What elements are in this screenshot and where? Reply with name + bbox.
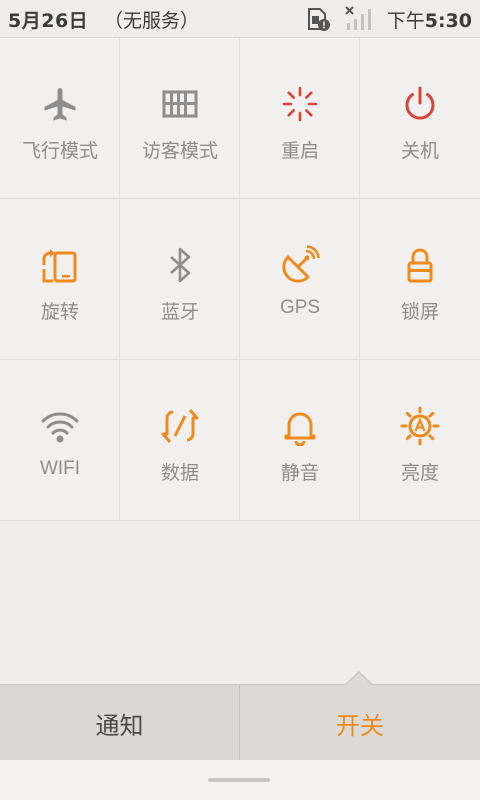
toggle-airplane[interactable]: 飞行模式 xyxy=(0,38,120,199)
power-off-label: 关机 xyxy=(400,140,439,162)
toggle-gps-label: GPS xyxy=(279,297,321,318)
toggle-airplane-label: 飞行模式 xyxy=(21,140,98,162)
wifi-icon xyxy=(40,406,80,446)
toggle-guest-mode-label: 访客模式 xyxy=(141,140,218,162)
gps-icon xyxy=(280,245,320,285)
restart-icon xyxy=(280,84,320,124)
toggle-rotate-label: 旋转 xyxy=(40,301,79,323)
status-date: 5月26日 xyxy=(8,10,89,32)
toggle-wifi-label: WIFI xyxy=(39,458,81,479)
restart-label: 重启 xyxy=(280,140,319,162)
toggle-data-label: 数据 xyxy=(160,462,199,484)
toggle-silent-label: 静音 xyxy=(280,462,319,484)
tab-notifications[interactable]: 通知 xyxy=(0,685,240,760)
status-time-prefix: 下午 xyxy=(386,10,425,32)
drag-handle[interactable] xyxy=(208,778,270,782)
power-icon xyxy=(400,84,440,124)
status-time-value: 5:30 xyxy=(424,10,472,32)
toggle-guest-mode[interactable]: 访客模式 xyxy=(120,38,240,199)
toggle-gps[interactable]: GPS xyxy=(240,199,360,360)
brightness-button[interactable]: 亮度 xyxy=(360,360,480,521)
status-time: 下午5:30 xyxy=(387,6,472,33)
toggle-data[interactable]: 数据 xyxy=(120,360,240,521)
toggle-grid: 飞行模式 访客模式 重启 关机 旋转 蓝牙 GPS 锁屏 WIFI 数据 静音 … xyxy=(0,38,480,521)
brightness-label: 亮度 xyxy=(400,462,439,484)
bottom-tabs: 通知 开关 xyxy=(0,671,480,760)
toggle-wifi[interactable]: WIFI xyxy=(0,360,120,521)
toggle-bluetooth[interactable]: 蓝牙 xyxy=(120,199,240,360)
drawer-bottom xyxy=(0,760,480,800)
bell-icon xyxy=(280,406,320,446)
lock-icon xyxy=(400,245,440,285)
airplane-icon xyxy=(40,84,80,124)
data-icon xyxy=(160,406,200,446)
tab-toggles[interactable]: 开关 xyxy=(240,685,480,760)
power-off-button[interactable]: 关机 xyxy=(360,38,480,199)
restart-button[interactable]: 重启 xyxy=(240,38,360,199)
brightness-icon xyxy=(400,406,440,446)
guest-mode-icon xyxy=(160,84,200,124)
bluetooth-icon xyxy=(160,245,200,285)
sim-alert-icon xyxy=(305,6,331,32)
status-carrier: （无服务） xyxy=(104,10,200,32)
active-tab-pointer xyxy=(346,673,372,685)
toggle-bluetooth-label: 蓝牙 xyxy=(160,301,199,323)
toggle-silent[interactable]: 静音 xyxy=(240,360,360,521)
lock-screen-label: 锁屏 xyxy=(400,301,439,323)
lock-screen-button[interactable]: 锁屏 xyxy=(360,199,480,360)
toggle-rotate[interactable]: 旋转 xyxy=(0,199,120,360)
no-signal-icon xyxy=(344,5,374,31)
status-bar: 5月26日 （无服务） 下午5:30 xyxy=(0,0,480,38)
rotate-icon xyxy=(40,245,80,285)
